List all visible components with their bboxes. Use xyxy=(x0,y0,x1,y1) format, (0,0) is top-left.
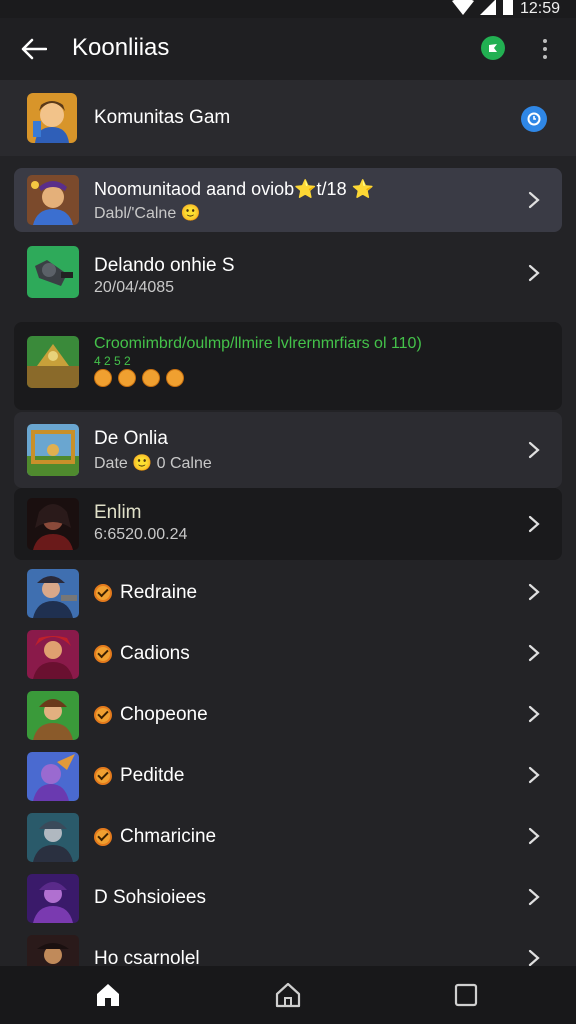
chevron-right-icon[interactable] xyxy=(524,948,544,966)
app-bar: Koonliias xyxy=(0,18,576,80)
member-avatar xyxy=(27,630,79,679)
chevron-right-icon[interactable] xyxy=(524,643,544,663)
member-name: Peditde xyxy=(120,765,185,786)
member-name: Ho csarnolel xyxy=(94,948,200,966)
emoji-reactions xyxy=(94,369,184,387)
verified-badge-icon xyxy=(94,828,112,846)
member-avatar xyxy=(27,691,79,740)
chevron-right-icon[interactable] xyxy=(524,263,544,283)
member-row[interactable]: Ho csarnolel xyxy=(0,928,576,966)
more-vert-icon[interactable] xyxy=(532,34,558,64)
member-name: Chopeone xyxy=(120,704,208,725)
member-avatar xyxy=(27,935,79,966)
game-subtitle: Date 🙂 0 Calne xyxy=(94,455,212,472)
page-title: Koonliias xyxy=(72,34,170,61)
member-name: D Sohsioiees xyxy=(94,887,206,908)
game-thumbnail xyxy=(27,175,79,225)
game-row-de-onlia[interactable]: De Onlia Date 🙂 0 Calne xyxy=(0,412,576,488)
chevron-right-icon[interactable] xyxy=(524,765,544,785)
announcement-title: Croomimbrd/oulmp/llmire lvlrernmrfiars o… xyxy=(94,335,422,352)
announcement-subtitle: 4 2 5 2 xyxy=(94,354,131,368)
emoji-icon xyxy=(166,369,184,387)
status-time: 12:59 xyxy=(519,0,560,17)
announcement-row[interactable]: Croomimbrd/oulmp/llmire lvlrernmrfiars o… xyxy=(0,322,576,410)
game-thumbnail xyxy=(27,336,79,388)
member-row[interactable]: Redraine xyxy=(0,562,576,622)
back-arrow-icon[interactable] xyxy=(18,33,50,65)
signal-icon xyxy=(479,0,496,20)
member-row[interactable]: Chopeone xyxy=(0,684,576,744)
community-name: Komunitas Gam xyxy=(94,107,231,128)
home-icon[interactable] xyxy=(93,980,123,1010)
chevron-right-icon[interactable] xyxy=(524,514,544,534)
square-icon[interactable] xyxy=(451,980,481,1010)
community-header[interactable]: Komunitas Gam xyxy=(0,80,576,156)
game-date: 6:6520.00.24 xyxy=(94,526,188,543)
home-outline-icon[interactable] xyxy=(273,980,303,1010)
member-row[interactable]: D Sohsioiees xyxy=(0,867,576,927)
game-thumbnail xyxy=(27,498,79,550)
battery-icon xyxy=(502,0,514,20)
featured-row-2[interactable]: Delando onhie S 20/04/4085 xyxy=(0,236,576,310)
member-avatar xyxy=(27,813,79,862)
member-row[interactable]: Chmaricine xyxy=(0,806,576,866)
emoji-icon xyxy=(142,369,160,387)
game-thumbnail xyxy=(27,424,79,476)
game-thumbnail xyxy=(27,246,79,298)
chevron-right-icon[interactable] xyxy=(524,887,544,907)
game-title: Enlim xyxy=(94,502,142,523)
member-name: Redraine xyxy=(120,582,198,603)
featured-date: 20/04/4085 xyxy=(94,279,175,296)
chevron-right-icon[interactable] xyxy=(524,190,544,210)
verified-badge-icon xyxy=(94,706,112,724)
member-row[interactable]: Cadions xyxy=(0,623,576,683)
emoji-icon xyxy=(94,369,112,387)
member-name: Chmaricine xyxy=(120,826,217,847)
green-check-icon[interactable] xyxy=(481,36,505,60)
verified-badge-icon xyxy=(94,584,112,602)
status-bar: 12:59 xyxy=(0,0,576,18)
featured-subtitle: Dabl/'Calne 🙂 xyxy=(94,205,201,222)
member-avatar xyxy=(27,752,79,801)
status-icons: 12:59 xyxy=(451,0,560,20)
chevron-right-icon[interactable] xyxy=(524,826,544,846)
member-row[interactable]: Peditde xyxy=(0,745,576,805)
chevron-right-icon[interactable] xyxy=(524,440,544,460)
featured-title: Noomunitaod aand oviob⭐t/18 ⭐ xyxy=(94,179,374,199)
member-avatar xyxy=(27,874,79,923)
member-avatar xyxy=(27,569,79,618)
verified-badge-icon xyxy=(94,767,112,785)
verified-badge-icon xyxy=(94,645,112,663)
community-avatar xyxy=(27,93,77,143)
wifi-icon xyxy=(451,0,474,20)
member-name: Cadions xyxy=(120,643,190,664)
game-title: De Onlia xyxy=(94,428,168,449)
bottom-nav xyxy=(0,966,576,1024)
chevron-right-icon[interactable] xyxy=(524,704,544,724)
blue-clock-icon[interactable] xyxy=(521,106,547,132)
emoji-icon xyxy=(118,369,136,387)
game-row-enlim[interactable]: Enlim 6:6520.00.24 xyxy=(0,488,576,560)
featured-title: Delando onhie S xyxy=(94,255,235,276)
chevron-right-icon[interactable] xyxy=(524,582,544,602)
featured-row-1[interactable]: Noomunitaod aand oviob⭐t/18 ⭐ Dabl/'Caln… xyxy=(0,168,576,232)
